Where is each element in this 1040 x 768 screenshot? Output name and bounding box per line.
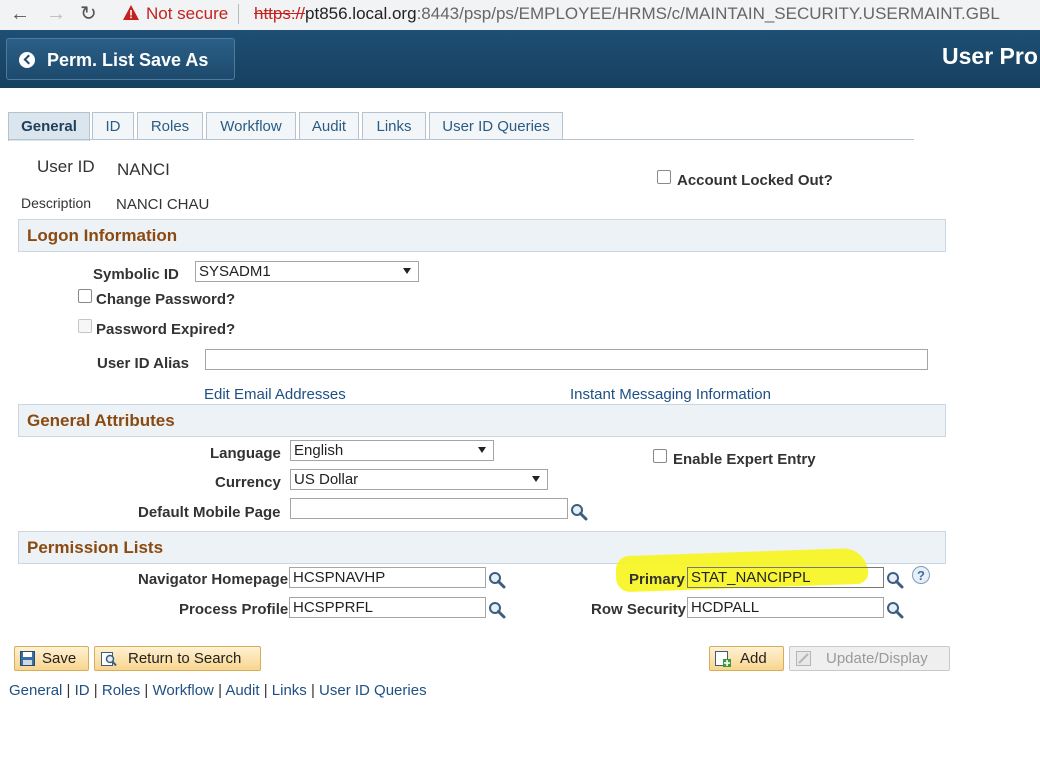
language-label: Language bbox=[210, 445, 281, 462]
bottom-link-id[interactable]: ID bbox=[75, 682, 90, 699]
return-to-search-button[interactable]: Return to Search bbox=[94, 646, 261, 671]
dropdown-arrow-icon bbox=[532, 476, 540, 482]
primary-permission-input[interactable]: STAT_NANCIPPL bbox=[687, 567, 884, 588]
logon-info-section-header: Logon Information bbox=[18, 219, 946, 252]
section-title: Permission Lists bbox=[27, 538, 164, 557]
floppy-disk-icon bbox=[20, 651, 35, 666]
navigator-homepage-label: Navigator Homepage bbox=[138, 571, 289, 588]
currency-select[interactable]: US Dollar bbox=[290, 469, 548, 490]
user-id-label: User ID bbox=[37, 157, 95, 176]
return-search-icon bbox=[101, 652, 117, 667]
page-title: User Pro bbox=[942, 43, 1038, 69]
bottom-link-links[interactable]: Links bbox=[272, 682, 307, 699]
bottom-link-audit[interactable]: Audit bbox=[225, 682, 259, 699]
change-password-label: Change Password? bbox=[96, 291, 236, 308]
navigator-homepage-input[interactable]: HCSPNAVHP bbox=[289, 567, 486, 588]
search-icon[interactable] bbox=[488, 601, 506, 619]
bottom-page-links: General | ID | Roles | Workflow | Audit … bbox=[9, 682, 427, 699]
primary-label: Primary bbox=[629, 571, 685, 588]
password-expired-checkbox bbox=[78, 319, 92, 333]
forward-arrow-icon[interactable]: → bbox=[46, 2, 66, 26]
tab-general[interactable]: General bbox=[8, 112, 90, 141]
chevron-left-icon bbox=[19, 52, 35, 68]
bottom-link-workflow[interactable]: Workflow bbox=[152, 682, 213, 699]
process-profile-label: Process Profile bbox=[179, 601, 289, 618]
tab-underline bbox=[8, 139, 914, 140]
password-expired-label: Password Expired? bbox=[96, 321, 236, 338]
update-display-icon bbox=[796, 651, 811, 666]
url-divider bbox=[238, 4, 239, 24]
symbolic-id-label: Symbolic ID bbox=[93, 266, 179, 283]
search-icon[interactable] bbox=[570, 503, 588, 521]
section-title: General Attributes bbox=[27, 411, 175, 430]
user-id-alias-input[interactable] bbox=[205, 349, 928, 370]
default-mobile-page-input[interactable] bbox=[290, 498, 568, 519]
link-separator: | bbox=[310, 682, 315, 699]
user-id-value: NANCI bbox=[117, 160, 170, 179]
description-value: NANCI CHAU bbox=[116, 196, 210, 213]
account-locked-label: Account Locked Out? bbox=[677, 172, 833, 189]
edit-email-addresses-link[interactable]: Edit Email Addresses bbox=[204, 386, 346, 403]
security-status[interactable]: Not secure bbox=[146, 4, 228, 24]
tab-audit[interactable]: Audit bbox=[299, 112, 359, 139]
change-password-checkbox[interactable] bbox=[78, 289, 92, 303]
update-display-label: Update/Display bbox=[826, 650, 928, 667]
general-attributes-section-header: General Attributes bbox=[18, 404, 946, 437]
language-value: English bbox=[294, 442, 344, 459]
tab-roles[interactable]: Roles bbox=[137, 112, 203, 139]
row-security-label: Row Security bbox=[591, 601, 687, 618]
help-icon[interactable]: ? bbox=[912, 566, 930, 584]
currency-value: US Dollar bbox=[294, 471, 359, 488]
return-to-search-label: Return to Search bbox=[128, 650, 242, 667]
warning-icon[interactable] bbox=[122, 4, 140, 22]
save-button[interactable]: Save bbox=[14, 646, 89, 671]
description-label: Description bbox=[21, 195, 92, 211]
tab-id[interactable]: ID bbox=[92, 112, 134, 139]
search-icon[interactable] bbox=[886, 571, 904, 589]
enable-expert-entry-label: Enable Expert Entry bbox=[673, 451, 816, 468]
dropdown-arrow-icon bbox=[403, 268, 411, 274]
instant-messaging-link[interactable]: Instant Messaging Information bbox=[570, 386, 771, 403]
back-button-label: Perm. List Save As bbox=[47, 50, 209, 70]
link-separator: | bbox=[93, 682, 98, 699]
url-path: :8443/psp/ps/EMPLOYEE/HRMS/c/MAINTAIN_SE… bbox=[416, 4, 1000, 23]
tab-workflow[interactable]: Workflow bbox=[206, 112, 296, 139]
url-scheme: https:// bbox=[254, 4, 306, 23]
bottom-link-general[interactable]: General bbox=[9, 682, 62, 699]
account-locked-checkbox[interactable] bbox=[657, 170, 671, 184]
bottom-link-roles[interactable]: Roles bbox=[102, 682, 140, 699]
link-separator: | bbox=[263, 682, 268, 699]
symbolic-id-select[interactable]: SYSADM1 bbox=[195, 261, 419, 282]
search-icon[interactable] bbox=[886, 601, 904, 619]
page-header: Perm. List Save As User Pro bbox=[0, 30, 1040, 88]
add-button[interactable]: Add bbox=[709, 646, 784, 671]
save-button-label: Save bbox=[42, 650, 77, 667]
user-id-alias-label: User ID Alias bbox=[97, 355, 189, 372]
tab-user-id-queries[interactable]: User ID Queries bbox=[429, 112, 563, 139]
back-arrow-icon[interactable]: ← bbox=[10, 2, 30, 26]
enable-expert-entry-checkbox[interactable] bbox=[653, 449, 667, 463]
currency-label: Currency bbox=[215, 474, 281, 491]
link-separator: | bbox=[66, 682, 71, 699]
address-bar[interactable]: https://pt856.local.org:8443/psp/ps/EMPL… bbox=[254, 4, 1000, 24]
url-host: pt856.local.org bbox=[305, 4, 417, 23]
search-icon[interactable] bbox=[488, 571, 506, 589]
link-separator: | bbox=[218, 682, 222, 699]
process-profile-input[interactable]: HCSPPRFL bbox=[289, 597, 486, 618]
reload-icon[interactable]: ↻ bbox=[80, 2, 97, 26]
browser-toolbar: ← → ↻ Not secure https://pt856.local.org… bbox=[0, 0, 1040, 31]
tab-links[interactable]: Links bbox=[362, 112, 426, 139]
bottom-link-user-id-queries[interactable]: User ID Queries bbox=[319, 682, 427, 699]
perm-list-save-as-button[interactable]: Perm. List Save As bbox=[6, 38, 235, 80]
link-separator: | bbox=[144, 682, 149, 699]
update-display-button: Update/Display bbox=[789, 646, 950, 671]
add-button-label: Add bbox=[740, 650, 767, 667]
add-page-icon bbox=[715, 651, 731, 667]
language-select[interactable]: English bbox=[290, 440, 494, 461]
row-security-input[interactable]: HCDPALL bbox=[687, 597, 884, 618]
symbolic-id-value: SYSADM1 bbox=[199, 263, 271, 280]
default-mobile-page-label: Default Mobile Page bbox=[138, 504, 281, 521]
section-title: Logon Information bbox=[27, 226, 178, 245]
dropdown-arrow-icon bbox=[478, 447, 486, 453]
